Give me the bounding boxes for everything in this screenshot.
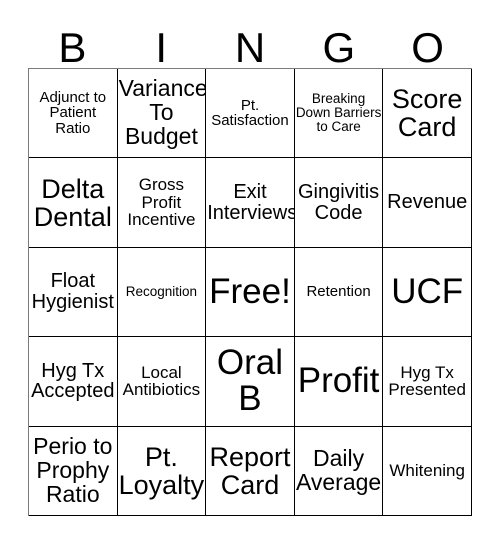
bingo-cell-label: Revenue [387,191,468,214]
bingo-cell-label: Recognition [125,283,198,299]
bingo-cell[interactable]: Profit [294,337,384,427]
bingo-row: Delta Dental Gross Profit Incentive Exit… [29,158,472,248]
bingo-cell[interactable]: Gross Profit Incentive [117,158,207,248]
bingo-cell-label: Gingivitis Code [298,180,380,224]
bingo-header: B I N G O [28,14,472,72]
bingo-cell[interactable]: Gingivitis Code [294,158,384,248]
bingo-cell[interactable]: Daily Average [294,426,384,516]
bingo-card: B I N G O Adjunct to Patient Ratio Varia… [28,14,472,516]
bingo-cell-label: Breaking Down Barriers to Care [295,91,382,135]
bingo-cell[interactable]: Hyg Tx Presented [383,337,472,427]
bingo-cell-label: Score Card [391,84,463,143]
bingo-cell-label: Gross Profit Incentive [127,175,196,230]
bingo-cell-label: Profit [297,361,380,401]
bingo-cell-label: Pt. Loyalty [118,441,205,500]
bingo-header-cell-n: N [206,14,295,72]
bingo-cell-label: Adjunct to Patient Ratio [39,88,107,137]
bingo-cell[interactable]: Exit Interviews [206,158,295,248]
bingo-cell[interactable]: Variance To Budget [117,69,207,159]
bingo-cell[interactable]: Local Antibiotics [117,337,207,427]
bingo-cell-label: Perio to Prophy Ratio [33,432,113,507]
bingo-header-letter: B [58,24,87,72]
bingo-grid: Adjunct to Patient Ratio Variance To Bud… [28,68,472,516]
bingo-cell-label: Free! [209,271,291,311]
bingo-row: Perio to Prophy Ratio Pt. Loyalty Report… [29,426,472,516]
bingo-cell-label: Float Hygienist [31,270,114,313]
bingo-cell-label: Local Antibiotics [122,362,201,400]
bingo-cell-free[interactable]: Free! [206,247,295,338]
bingo-cell-label: Oral B [216,342,284,419]
bingo-cell[interactable]: Whitening [383,426,472,516]
bingo-cell-label: Daily Average [295,444,382,495]
bingo-cell-label: Retention [306,283,371,301]
bingo-cell[interactable]: Perio to Prophy Ratio [29,426,118,516]
bingo-cell[interactable]: Retention [294,247,384,338]
bingo-cell[interactable]: Delta Dental [29,158,118,248]
bingo-cell-label: Variance To Budget [118,75,207,150]
bingo-cell[interactable]: Revenue [383,158,472,248]
bingo-cell[interactable]: Recognition [117,247,207,338]
bingo-cell[interactable]: Oral B [206,337,295,427]
bingo-cell-label: Pt. Satisfaction [211,96,289,130]
bingo-cell-label: Whitening [389,460,465,480]
bingo-header-cell-i: I [117,14,206,72]
bingo-cell[interactable]: Adjunct to Patient Ratio [29,69,118,159]
bingo-cell-label: Hyg Tx Accepted [31,359,115,403]
bingo-cell[interactable]: Breaking Down Barriers to Care [294,69,384,159]
bingo-cell[interactable]: Pt. Loyalty [117,426,207,516]
bingo-cell[interactable]: Score Card [383,69,472,159]
bingo-cell-label: Report Card [209,441,291,500]
bingo-cell-label: Delta Dental [33,173,112,232]
bingo-cell[interactable]: UCF [383,247,472,338]
bingo-header-letter: I [155,24,168,72]
bingo-row: Hyg Tx Accepted Local Antibiotics Oral B… [29,337,472,427]
bingo-cell[interactable]: Report Card [206,426,295,516]
bingo-header-letter: N [234,24,266,72]
bingo-row: Float Hygienist Recognition Free! Retent… [29,247,472,338]
bingo-header-letter: G [322,24,356,72]
bingo-row: Adjunct to Patient Ratio Variance To Bud… [29,69,472,159]
bingo-header-cell-b: B [28,14,117,72]
bingo-cell-label: UCF [391,271,464,311]
bingo-header-cell-g: G [294,14,383,72]
bingo-header-letter: O [411,24,444,72]
bingo-cell-label: Hyg Tx Presented [388,362,466,400]
bingo-header-cell-o: O [383,14,472,72]
bingo-cell-label: Exit Interviews [207,180,295,224]
bingo-cell[interactable]: Pt. Satisfaction [206,69,295,159]
bingo-cell[interactable]: Hyg Tx Accepted [29,337,118,427]
bingo-cell[interactable]: Float Hygienist [29,247,118,338]
